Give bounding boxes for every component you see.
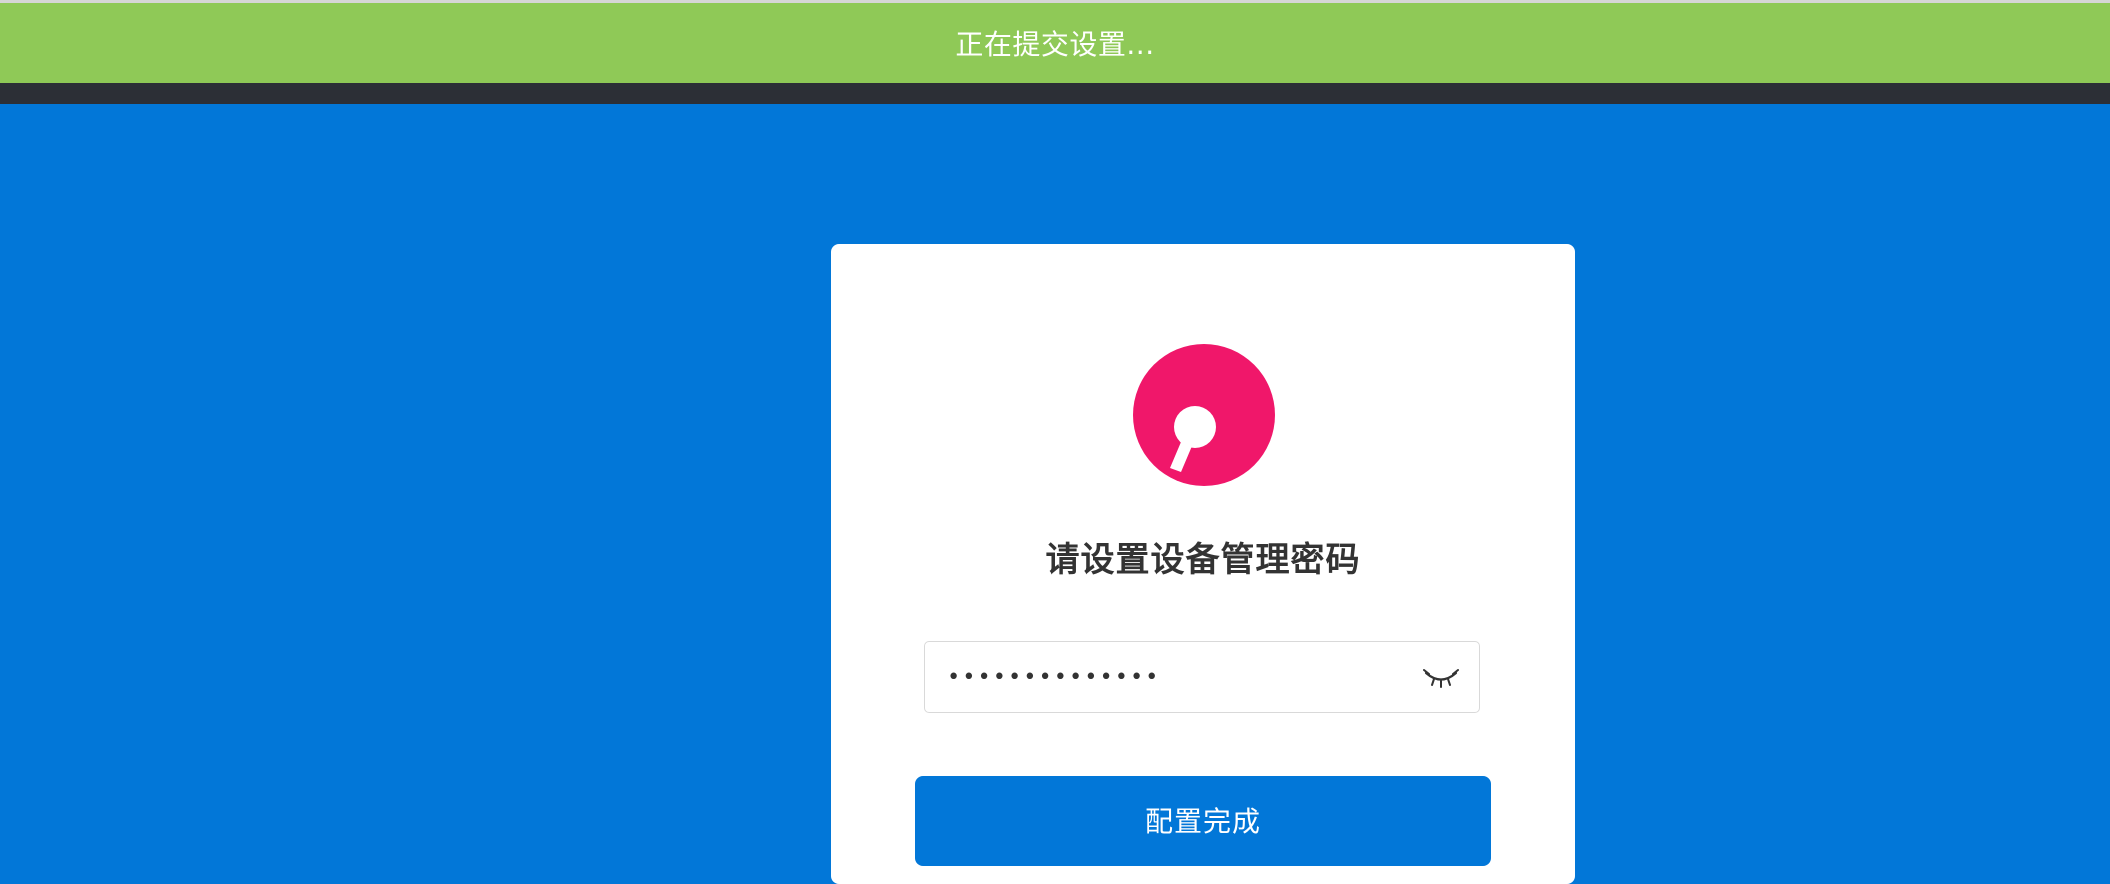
eye-closed-icon[interactable] (1423, 664, 1459, 690)
password-input[interactable] (945, 642, 1409, 713)
status-toast: 正在提交设置... (0, 3, 2110, 83)
password-field[interactable] (924, 641, 1480, 713)
page-title: 请设置设备管理密码 (1045, 540, 1361, 580)
header-strip (0, 83, 2110, 104)
toast-message: 正在提交设置... (955, 28, 1155, 61)
brand-logo-icon (1133, 344, 1275, 486)
setup-card: 请设置设备管理密码 配置完成 (831, 244, 1575, 884)
